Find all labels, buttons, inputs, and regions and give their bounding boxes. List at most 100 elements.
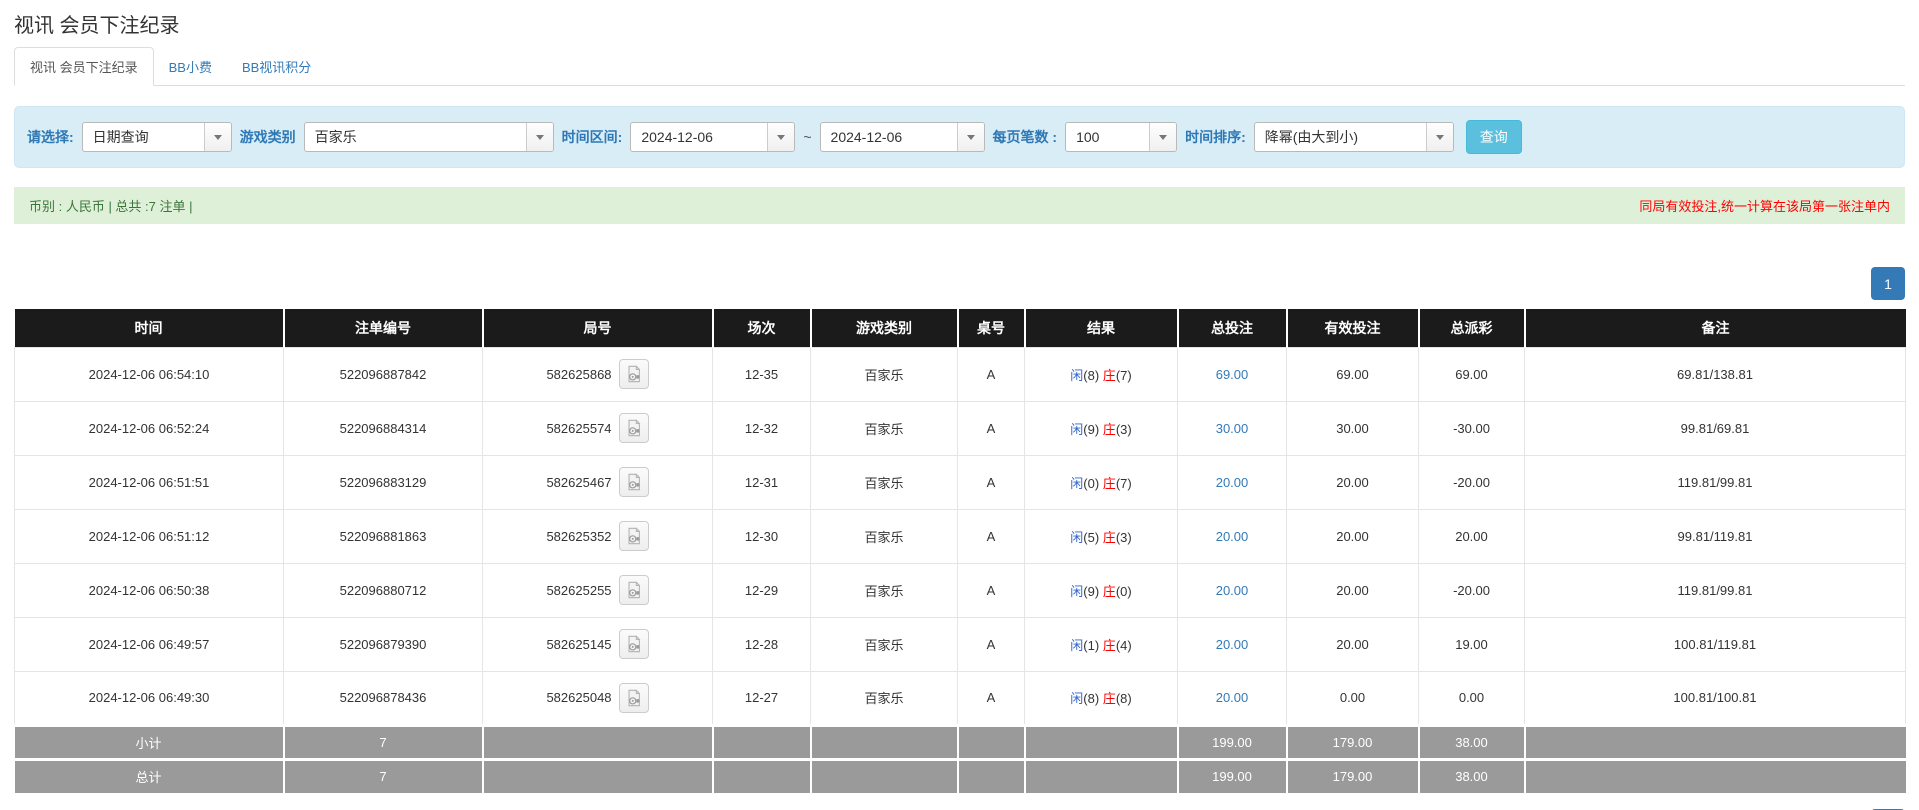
payout-cell: 69.00 [1419, 347, 1525, 401]
footer-empty-cell [1025, 725, 1178, 759]
payout-cell: -30.00 [1419, 401, 1525, 455]
game-type-cell: 百家乐 [811, 347, 958, 401]
game-type-cell: 百家乐 [811, 617, 958, 671]
round-id: 582625255 [546, 583, 611, 598]
date-to-select[interactable]: 2024-12-06 [820, 122, 985, 152]
footer-empty-cell [1025, 759, 1178, 793]
remark-cell: 99.81/119.81 [1525, 509, 1906, 563]
footer-remark-cell [1525, 759, 1906, 793]
total-bet-cell: 20.00 [1178, 509, 1287, 563]
video-replay-icon-button[interactable] [619, 413, 649, 443]
result-player: 闲 [1070, 638, 1083, 653]
total-bet-link[interactable]: 20.00 [1216, 583, 1249, 598]
total-bet-link[interactable]: 20.00 [1216, 690, 1249, 705]
session-cell: 12-27 [713, 671, 811, 725]
footer-empty-cell [713, 759, 811, 793]
total-bet-link[interactable]: 20.00 [1216, 529, 1249, 544]
total-bet-link[interactable]: 20.00 [1216, 637, 1249, 652]
result-cell: 闲(8) 庄(7) [1025, 347, 1178, 401]
total-bet-cell: 30.00 [1178, 401, 1287, 455]
round-id: 582625868 [546, 367, 611, 382]
result-player: 闲 [1070, 476, 1083, 491]
chevron-down-icon[interactable] [526, 123, 553, 151]
result-cell: 闲(5) 庄(3) [1025, 509, 1178, 563]
table-no-cell: A [958, 455, 1025, 509]
bet-id-cell: 522096883129 [284, 455, 483, 509]
game-type-value: 百家乐 [305, 127, 526, 147]
subtotal-row: 小计7199.00179.0038.00 [15, 725, 1906, 759]
bet-records-table: 时间注单编号局号场次游戏类别桌号结果总投注有效投注总派彩备注 2024-12-0… [14, 309, 1906, 793]
column-header-7: 总投注 [1178, 309, 1287, 347]
remark-cell: 119.81/99.81 [1525, 455, 1906, 509]
round-id-cell: 582625255 [483, 563, 713, 617]
page-size-select[interactable]: 100 [1065, 122, 1177, 152]
video-replay-icon-button[interactable] [619, 629, 649, 659]
session-cell: 12-35 [713, 347, 811, 401]
table-row: 2024-12-06 06:51:12522096881863582625352… [15, 509, 1906, 563]
video-replay-icon-button[interactable] [619, 521, 649, 551]
time-sort-value: 降幂(由大到小) [1255, 127, 1426, 147]
chevron-down-icon[interactable] [204, 123, 231, 151]
valid-bet-cell: 20.00 [1287, 563, 1419, 617]
result-player: 闲 [1070, 422, 1083, 437]
result-banker: 庄 [1103, 530, 1116, 545]
footer-total-bet-cell: 199.00 [1178, 759, 1287, 793]
game-type-select[interactable]: 百家乐 [304, 122, 554, 152]
footer-count-cell: 7 [284, 725, 483, 759]
video-replay-icon-button[interactable] [619, 575, 649, 605]
video-replay-icon-button[interactable] [619, 467, 649, 497]
footer-remark-cell [1525, 725, 1906, 759]
bet-time-cell: 2024-12-06 06:49:57 [15, 617, 284, 671]
total-bet-cell: 20.00 [1178, 563, 1287, 617]
game-type-cell: 百家乐 [811, 401, 958, 455]
video-replay-icon-button[interactable] [619, 359, 649, 389]
bet-time-cell: 2024-12-06 06:54:10 [15, 347, 284, 401]
query-type-select[interactable]: 日期查询 [82, 122, 232, 152]
footer-valid-bet-cell: 179.00 [1287, 725, 1419, 759]
result-player: 闲 [1070, 530, 1083, 545]
game-type-label: 游戏类别 [240, 127, 296, 147]
time-sort-select[interactable]: 降幂(由大到小) [1254, 122, 1454, 152]
page-button-1[interactable]: 1 [1871, 267, 1905, 300]
bet-id-cell: 522096878436 [284, 671, 483, 725]
tab-bb-video-points[interactable]: BB视讯积分 [227, 48, 326, 85]
round-id: 582625048 [546, 690, 611, 705]
column-header-4: 游戏类别 [811, 309, 958, 347]
video-replay-icon-button[interactable] [619, 683, 649, 713]
bet-id-cell: 522096884314 [284, 401, 483, 455]
game-type-cell: 百家乐 [811, 671, 958, 725]
summary-bar: 币别 : 人民币 | 总共 :7 注单 | 同局有效投注,统一计算在该局第一张注… [14, 187, 1905, 224]
valid-bet-cell: 69.00 [1287, 347, 1419, 401]
table-body: 2024-12-06 06:54:10522096887842582625868… [15, 347, 1906, 725]
footer-valid-bet-cell: 179.00 [1287, 759, 1419, 793]
chevron-down-icon[interactable] [957, 123, 984, 151]
game-type-cell: 百家乐 [811, 563, 958, 617]
round-id-wrap: 582625467 [483, 467, 712, 497]
total-bet-link[interactable]: 20.00 [1216, 475, 1249, 490]
summary-currency-count: 币别 : 人民币 | 总共 :7 注单 | [29, 196, 193, 215]
chevron-down-icon[interactable] [767, 123, 794, 151]
total-bet-cell: 20.00 [1178, 617, 1287, 671]
total-bet-link[interactable]: 30.00 [1216, 421, 1249, 436]
result-banker-points: (0) [1116, 584, 1132, 599]
session-cell: 12-28 [713, 617, 811, 671]
result-cell: 闲(0) 庄(7) [1025, 455, 1178, 509]
tab-video-bet-records[interactable]: 视讯 会员下注纪录 [14, 47, 154, 86]
tab-bb-tips[interactable]: BB小费 [154, 48, 227, 85]
chevron-down-icon[interactable] [1426, 123, 1453, 151]
chevron-down-icon[interactable] [1149, 123, 1176, 151]
total-bet-link[interactable]: 69.00 [1216, 367, 1249, 382]
query-button[interactable]: 查询 [1466, 120, 1522, 154]
date-from-select[interactable]: 2024-12-06 [630, 122, 795, 152]
video-replay-icon [625, 635, 643, 653]
result-banker: 庄 [1103, 368, 1116, 383]
valid-bet-cell: 20.00 [1287, 509, 1419, 563]
result-player-points: (8) [1083, 691, 1103, 706]
result-cell: 闲(9) 庄(0) [1025, 563, 1178, 617]
footer-empty-cell [958, 725, 1025, 759]
column-header-1: 注单编号 [284, 309, 483, 347]
payout-cell: -20.00 [1419, 455, 1525, 509]
table-row: 2024-12-06 06:54:10522096887842582625868… [15, 347, 1906, 401]
result-cell: 闲(8) 庄(8) [1025, 671, 1178, 725]
remark-cell: 100.81/100.81 [1525, 671, 1906, 725]
